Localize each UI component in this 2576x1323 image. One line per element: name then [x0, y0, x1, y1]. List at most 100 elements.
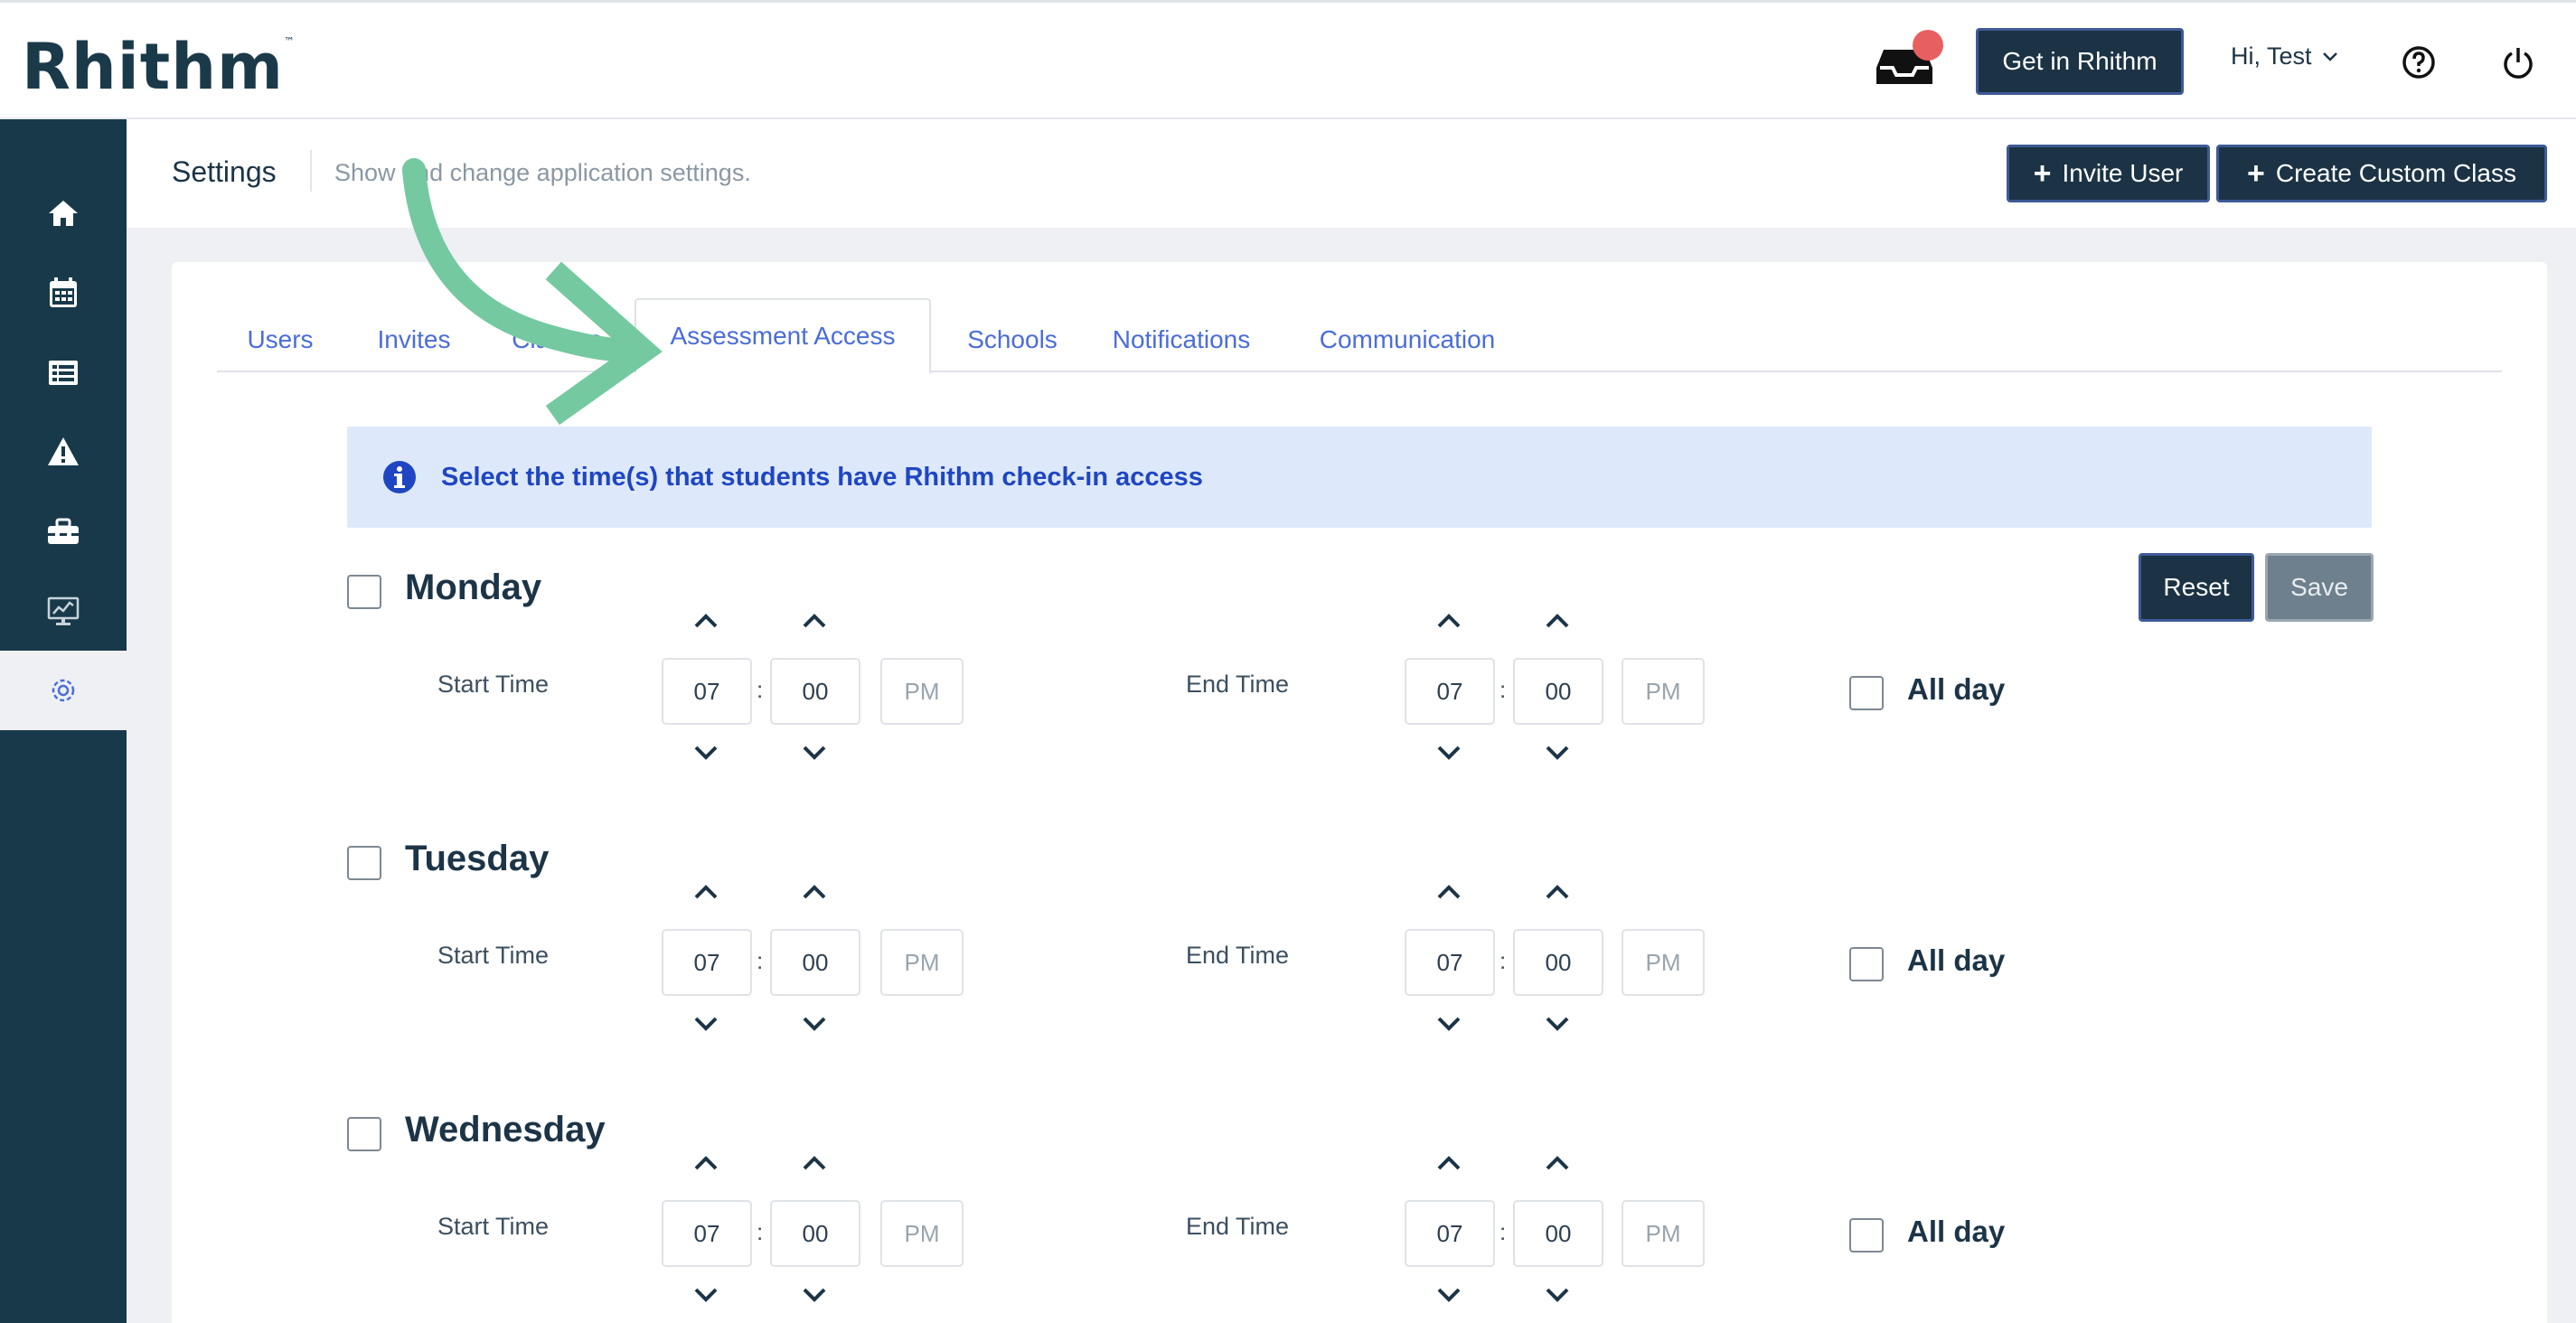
chevron-down-icon[interactable]	[1542, 741, 1573, 765]
end-hour-input[interactable]: 07	[1405, 1200, 1495, 1267]
chevron-down-icon[interactable]	[691, 1012, 721, 1036]
chevron-down-icon[interactable]	[1434, 1012, 1464, 1036]
chevron-up-icon[interactable]	[1542, 880, 1573, 904]
tab-communication[interactable]: Communication	[1294, 307, 1520, 372]
chevron-up-icon[interactable]	[691, 880, 721, 904]
invite-user-button[interactable]: + Invite User	[2007, 145, 2210, 202]
rhithm-logo[interactable]: Rhithm™	[22, 30, 296, 104]
chevron-up-icon[interactable]	[1542, 609, 1573, 633]
sidebar-item-home[interactable]	[0, 174, 127, 253]
chevron-up-icon[interactable]	[1434, 880, 1464, 904]
gear-icon	[52, 679, 75, 702]
tab-notifications[interactable]: Notifications	[1086, 307, 1276, 372]
sidebar-item-toolbox[interactable]	[0, 492, 127, 571]
chevron-up-icon[interactable]	[1434, 609, 1464, 633]
create-class-label: Create Custom Class	[2275, 159, 2516, 187]
chevron-down-icon[interactable]	[1542, 1012, 1573, 1036]
end-ampm-toggle[interactable]: PM	[1622, 658, 1705, 725]
page-title: Settings	[172, 155, 277, 188]
chevron-down-icon[interactable]	[1542, 1283, 1573, 1307]
chevron-down-icon[interactable]	[1434, 741, 1464, 765]
calendar-icon	[50, 277, 77, 307]
chevron-up-icon[interactable]	[799, 609, 830, 633]
end-ampm-toggle[interactable]: PM	[1622, 1200, 1705, 1267]
time-separator: :	[757, 676, 764, 703]
plus-icon: +	[2247, 155, 2265, 191]
chevron-down-icon[interactable]	[799, 1012, 830, 1036]
day-checkbox[interactable]	[347, 575, 381, 609]
get-in-rhithm-button[interactable]: Get in Rhithm	[1976, 28, 2184, 95]
start-minute-input[interactable]: 00	[770, 1200, 860, 1267]
chevron-down-icon[interactable]	[691, 1283, 721, 1307]
start-ampm-toggle[interactable]: PM	[880, 929, 964, 996]
chevron-down-icon[interactable]	[799, 741, 830, 765]
all-day-checkbox[interactable]	[1849, 676, 1884, 710]
end-time-label: End Time	[1186, 942, 1290, 969]
sidebar	[0, 119, 127, 1323]
time-separator: :	[757, 1218, 764, 1245]
user-menu[interactable]: Hi, Test	[2231, 42, 2339, 70]
time-separator: :	[1500, 1218, 1507, 1245]
chevron-up-icon[interactable]	[691, 1151, 721, 1175]
start-minute-input[interactable]: 00	[770, 658, 860, 725]
create-custom-class-button[interactable]: + Create Custom Class	[2216, 145, 2547, 202]
start-time-label: Start Time	[437, 942, 550, 969]
warning-icon	[48, 437, 79, 465]
end-minute-input[interactable]: 00	[1513, 929, 1603, 996]
sidebar-item-reports[interactable]	[0, 571, 127, 651]
chevron-down-icon[interactable]	[1434, 1283, 1464, 1307]
list-icon	[49, 361, 78, 385]
monitor-chart-icon	[47, 596, 80, 625]
day-checkbox[interactable]	[347, 1117, 381, 1151]
chevron-down-icon	[2322, 52, 2337, 61]
chevron-down-icon[interactable]	[799, 1283, 830, 1307]
end-time-label: End Time	[1186, 671, 1290, 698]
time-separator: :	[1500, 676, 1507, 703]
start-time-label: Start Time	[437, 1213, 550, 1240]
day-name: Monday	[405, 568, 542, 607]
chevron-up-icon[interactable]	[1434, 1151, 1464, 1175]
info-banner: Select the time(s) that students have Rh…	[347, 427, 2372, 528]
tab-schools[interactable]: Schools	[949, 307, 1076, 372]
start-minute-input[interactable]: 00	[770, 929, 860, 996]
chevron-up-icon[interactable]	[799, 1151, 830, 1175]
all-day-checkbox[interactable]	[1849, 1218, 1884, 1253]
start-ampm-toggle[interactable]: PM	[880, 1200, 964, 1267]
notification-badge	[1913, 30, 1943, 61]
end-hour-input[interactable]: 07	[1405, 929, 1495, 996]
chevron-up-icon[interactable]	[799, 880, 830, 904]
chevron-up-icon[interactable]	[691, 609, 721, 633]
sidebar-item-list[interactable]	[0, 333, 127, 412]
tab-invites[interactable]: Invites	[351, 307, 477, 372]
tab-assessment-access[interactable]: Assessment Access	[635, 298, 931, 374]
all-day-checkbox[interactable]	[1849, 947, 1884, 981]
sidebar-item-calendar[interactable]	[0, 253, 127, 333]
chevron-up-icon[interactable]	[1542, 1151, 1573, 1175]
start-hour-input[interactable]: 07	[662, 658, 752, 725]
chevron-down-icon[interactable]	[691, 741, 721, 765]
tab-users[interactable]: Users	[217, 307, 343, 372]
settings-card: Users Invites Classes Assessment Access …	[172, 262, 2547, 1323]
end-minute-input[interactable]: 00	[1513, 1200, 1603, 1267]
end-hour-input[interactable]: 07	[1405, 658, 1495, 725]
time-separator: :	[757, 947, 764, 974]
page-description: Show and change application settings.	[334, 159, 751, 186]
start-hour-input[interactable]: 07	[662, 1200, 752, 1267]
sidebar-item-alerts[interactable]	[0, 412, 127, 492]
end-ampm-toggle[interactable]: PM	[1622, 929, 1705, 996]
end-minute-input[interactable]: 00	[1513, 658, 1603, 725]
start-ampm-toggle[interactable]: PM	[880, 658, 964, 725]
power-icon[interactable]	[2500, 44, 2536, 80]
sidebar-item-settings[interactable]	[0, 651, 127, 730]
info-icon	[383, 461, 416, 493]
day-checkbox[interactable]	[347, 846, 381, 880]
start-hour-input[interactable]: 07	[662, 929, 752, 996]
top-header: Rhithm™ Get in Rhithm Hi, Test	[0, 0, 2576, 119]
all-day-label: All day	[1907, 672, 2006, 706]
toolbox-icon	[48, 518, 79, 544]
invite-user-label: Invite User	[2062, 159, 2184, 187]
tab-classes[interactable]: Classes	[494, 307, 620, 372]
help-icon[interactable]	[2401, 44, 2437, 80]
all-day-label: All day	[1907, 1215, 2006, 1248]
day-name: Wednesday	[405, 1110, 606, 1149]
